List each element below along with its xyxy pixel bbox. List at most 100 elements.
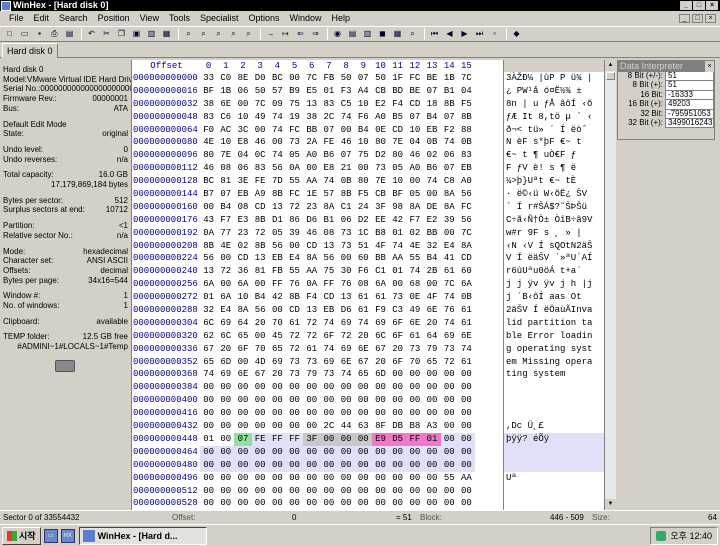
hex-byte[interactable]: 72 xyxy=(252,227,269,240)
hex-byte[interactable]: 00 xyxy=(252,497,269,510)
hex-byte[interactable]: 83 xyxy=(252,162,269,175)
hex-byte[interactable]: 32 xyxy=(200,304,217,317)
hex-byte[interactable]: 2A xyxy=(303,136,320,149)
hex-byte[interactable]: 07 xyxy=(423,85,440,98)
hex-byte[interactable]: 00 xyxy=(406,381,423,394)
text-row[interactable]: r6ûUªu0öÁ t+a` xyxy=(504,265,604,278)
hex-byte[interactable]: 1C xyxy=(355,227,372,240)
hex-byte[interactable]: 10 xyxy=(355,98,372,111)
hex-byte[interactable]: 46 xyxy=(303,227,320,240)
hex-byte[interactable]: CD xyxy=(286,304,303,317)
hex-byte[interactable]: B4 xyxy=(423,252,440,265)
hex-byte[interactable]: 00 xyxy=(320,407,337,420)
quicklaunch-winhex-icon[interactable]: HX xyxy=(60,528,75,543)
hex-byte[interactable]: E4 xyxy=(286,252,303,265)
hex-byte[interactable]: F5 xyxy=(458,98,475,111)
hex-byte[interactable]: CB xyxy=(372,85,389,98)
menu-specialist[interactable]: Specialist xyxy=(195,11,244,25)
hex-byte[interactable]: 00 xyxy=(252,381,269,394)
hex-byte[interactable]: 23 xyxy=(234,227,251,240)
hex-byte[interactable]: DE xyxy=(423,201,440,214)
print-icon[interactable]: ⎙ xyxy=(48,28,61,40)
text-row[interactable]: g operating syst xyxy=(504,343,604,356)
hex-byte[interactable]: AA xyxy=(303,265,320,278)
hex-byte[interactable]: 70 xyxy=(252,343,269,356)
hex-byte[interactable]: F9 xyxy=(372,304,389,317)
hex-byte[interactable]: 08 xyxy=(355,278,372,291)
hex-byte[interactable]: 00 xyxy=(355,394,372,407)
hex-byte[interactable]: 23 xyxy=(303,201,320,214)
hex-byte[interactable]: 63 xyxy=(355,420,372,433)
hex-byte[interactable]: 00 xyxy=(200,485,217,498)
hex-byte[interactable]: 79 xyxy=(423,343,440,356)
hex-byte[interactable]: 74 xyxy=(320,175,337,188)
hex-byte[interactable]: 18 xyxy=(423,98,440,111)
text-view[interactable]: 3ÀŽÐ¼ |ûP P ü¾ | ¿ PW¹å ó¤Ë½¾ ±8n | u ƒÅ … xyxy=(503,60,604,510)
hex-byte[interactable]: 00 xyxy=(338,485,355,498)
hex-byte[interactable]: E2 xyxy=(372,98,389,111)
quicklaunch-desktop-icon[interactable]: ▭ xyxy=(43,528,58,543)
back-icon[interactable]: ⇐ xyxy=(294,28,307,40)
hex-byte[interactable]: 81 xyxy=(252,265,269,278)
hex-byte[interactable]: 8A xyxy=(234,304,251,317)
hex-row[interactable]: 000000000304 6C 69 64 20 70 61 72 74 69 74 69 6F 6E 20… xyxy=(132,317,503,330)
hex-byte[interactable]: 0B xyxy=(458,136,475,149)
hex-byte[interactable]: 05 xyxy=(389,162,406,175)
hex-byte[interactable]: 00 xyxy=(441,497,458,510)
hex-byte[interactable]: EB xyxy=(458,162,475,175)
hex-byte[interactable]: 00 xyxy=(372,407,389,420)
hex-row[interactable]: 000000000176 43 F7 E3 8B D1 86 D6 B1 06 D2 EE 42 F7 E2… xyxy=(132,214,503,227)
replace-hex-icon[interactable]: ⌕ xyxy=(227,28,240,40)
hex-byte[interactable]: FB xyxy=(320,72,337,85)
text-row[interactable] xyxy=(504,445,604,459)
hex-byte[interactable]: 7C xyxy=(458,227,475,240)
hex-byte[interactable]: 39 xyxy=(441,214,458,227)
maximize-button[interactable]: □ xyxy=(693,1,705,10)
hex-byte[interactable]: 56 xyxy=(200,252,217,265)
hex-byte[interactable]: 75 xyxy=(355,149,372,162)
hex-byte[interactable]: 1E xyxy=(303,188,320,201)
hex-byte[interactable]: 04 xyxy=(234,149,251,162)
hex-byte[interactable]: E3 xyxy=(234,214,251,227)
hex-byte[interactable]: 65 xyxy=(200,356,217,369)
hex-byte[interactable]: 6C xyxy=(217,330,234,343)
hex-byte[interactable]: 6A xyxy=(217,291,234,304)
hex-byte[interactable]: 00 xyxy=(338,252,355,265)
hex-byte[interactable]: 0B xyxy=(458,291,475,304)
hex-byte[interactable]: 00 xyxy=(406,368,423,381)
hex-byte[interactable]: 8B xyxy=(286,291,303,304)
hex-byte[interactable]: 73 xyxy=(372,162,389,175)
hex-byte[interactable]: 00 xyxy=(320,472,337,485)
hex-byte[interactable]: 56 xyxy=(252,304,269,317)
hex-byte[interactable]: 73 xyxy=(303,356,320,369)
hex-byte[interactable]: B7 xyxy=(200,188,217,201)
hex-byte[interactable]: 00 xyxy=(457,432,475,446)
hex-byte[interactable]: FF xyxy=(285,432,304,446)
hex-byte[interactable]: 13 xyxy=(303,304,320,317)
hex-byte[interactable]: 6D xyxy=(217,356,234,369)
hex-row[interactable]: 000000000064 F0 AC 3C 00 74 FC BB 07 00 B4 0E CD 10 EB… xyxy=(132,124,503,137)
hex-byte[interactable]: 79 xyxy=(303,368,320,381)
find-text-icon[interactable]: ⌕ xyxy=(182,28,195,40)
hex-byte[interactable]: 74 xyxy=(269,124,286,137)
hex-row[interactable]: 000000000096 80 7E 04 0C 74 05 A0 B6 07 75 D2 80 46 02… xyxy=(132,149,503,162)
hex-byte[interactable]: 07 xyxy=(355,72,372,85)
hex-byte[interactable]: B1 xyxy=(441,85,458,98)
hex-byte[interactable]: 00 xyxy=(286,497,303,510)
hex-row[interactable]: 000000000000 33 C0 8E D0 BC 00 7C FB 50 07 50 1F FC BE… xyxy=(132,72,503,85)
hex-byte[interactable]: F6 xyxy=(355,111,372,124)
hex-byte[interactable]: 00 xyxy=(234,381,251,394)
hex-byte[interactable]: 55 xyxy=(286,265,303,278)
hex-byte[interactable]: 09 xyxy=(269,98,286,111)
hex-byte[interactable]: CD xyxy=(234,252,251,265)
hex-byte[interactable]: 65 xyxy=(355,368,372,381)
hex-byte[interactable]: 06 xyxy=(234,162,251,175)
text-row[interactable]: N èF s*þF €~ t xyxy=(504,136,604,149)
hex-byte[interactable]: 77 xyxy=(217,227,234,240)
hex-byte[interactable]: 00 xyxy=(457,458,475,472)
hex-byte[interactable]: CD xyxy=(406,98,423,111)
hex-byte[interactable]: 02 xyxy=(406,227,423,240)
text-row[interactable]: þÿÿ? éÕÿ xyxy=(504,432,604,446)
hex-byte[interactable]: 00 xyxy=(200,472,217,485)
hex-byte[interactable]: 00 xyxy=(458,381,475,394)
